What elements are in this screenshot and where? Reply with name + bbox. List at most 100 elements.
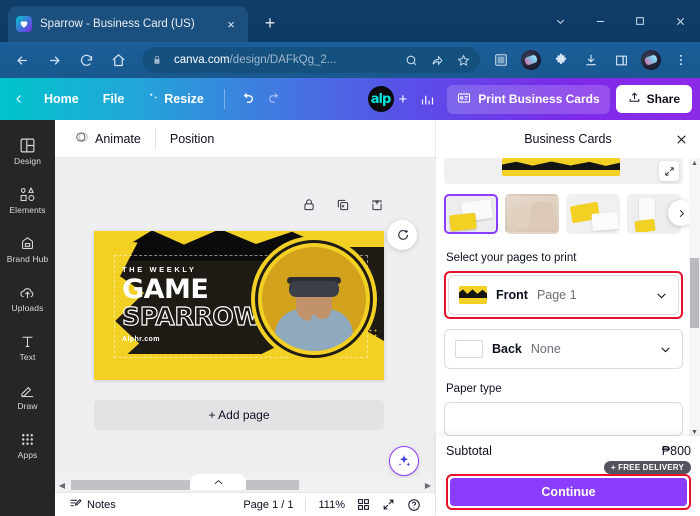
- mockup-thumbnail-1[interactable]: [505, 194, 559, 234]
- chevron-down-icon[interactable]: [540, 0, 580, 42]
- forward-icon[interactable]: [40, 46, 68, 74]
- scroll-left-icon[interactable]: ◀: [55, 478, 69, 492]
- back-page-selector[interactable]: Back None: [444, 329, 683, 369]
- browser-tab-title: Sparrow - Business Card (US): [40, 18, 195, 30]
- back-page-thumbnail: [455, 340, 483, 358]
- fullscreen-icon[interactable]: [376, 496, 401, 513]
- sidebar-item-elements[interactable]: Elements: [0, 176, 55, 225]
- sidebar-item-uploads[interactable]: Uploads: [0, 274, 55, 323]
- add-page-button[interactable]: + Add page: [94, 400, 384, 430]
- sidebar-item-apps[interactable]: Apps: [0, 421, 55, 470]
- sidebar-item-draw[interactable]: Draw: [0, 372, 55, 421]
- sidebar-label-brand-hub: Brand Hub: [6, 254, 49, 265]
- notes-button[interactable]: Notes: [63, 495, 122, 515]
- add-collaborator-button[interactable]: +: [399, 91, 408, 108]
- chevron-down-icon[interactable]: [659, 343, 672, 356]
- back-chevron-icon[interactable]: [6, 84, 32, 114]
- design-title-line1: GAME: [122, 274, 209, 305]
- redo-icon[interactable]: [261, 85, 289, 113]
- notes-label: Notes: [87, 498, 116, 511]
- page-indicator[interactable]: Page 1 / 1: [237, 497, 299, 513]
- panel-scroll-content: Select your pages to print Front Page 1 …: [436, 158, 691, 438]
- vscroll-thumb[interactable]: [690, 258, 699, 328]
- extensions-icon[interactable]: [548, 47, 574, 73]
- account-avatar[interactable]: [638, 47, 664, 73]
- browser-tabstrip: Sparrow - Business Card (US) × +: [0, 0, 700, 42]
- comment-button[interactable]: [387, 220, 417, 250]
- sidebar-label-design: Design: [13, 156, 42, 167]
- maximize-icon[interactable]: [620, 0, 660, 42]
- design-canvas-page[interactable]: THE WEEKLY GAME SPARROW Alphr.com: [94, 231, 384, 380]
- panel-header: Business Cards: [436, 120, 700, 158]
- magic-studio-icon[interactable]: [389, 446, 419, 476]
- window-controls: [540, 0, 700, 42]
- reading-list-icon[interactable]: [488, 47, 514, 73]
- file-menu-button[interactable]: File: [91, 86, 137, 112]
- downloads-icon[interactable]: [578, 47, 604, 73]
- front-page-side-label: Front: [496, 288, 528, 302]
- design-title-line2: SPARROW: [121, 302, 261, 331]
- sidebar-item-text[interactable]: Text: [0, 323, 55, 372]
- chevron-right-icon[interactable]: [668, 200, 691, 226]
- address-bar-url: canva.com/design/DAFkQg_2...: [174, 54, 336, 66]
- front-page-selector[interactable]: Front Page 1: [448, 275, 679, 315]
- design-person-photo: [275, 267, 353, 351]
- sidebar-item-design[interactable]: Design: [0, 127, 55, 176]
- help-icon[interactable]: [401, 496, 427, 514]
- zoom-level[interactable]: 111%: [312, 497, 351, 513]
- editor-status-bar: Notes Page 1 / 1 111%: [55, 492, 435, 516]
- lock-icon[interactable]: [300, 196, 318, 214]
- panel-vertical-scrollbar[interactable]: ▲ ▼: [689, 158, 700, 438]
- lock-icon: [152, 54, 166, 66]
- chevron-down-icon[interactable]: [655, 289, 668, 302]
- canvas-area[interactable]: THE WEEKLY GAME SPARROW Alphr.com + Add …: [55, 158, 435, 516]
- paper-type-selector[interactable]: [444, 402, 683, 436]
- brand-logo[interactable]: alp: [367, 86, 394, 112]
- share-icon[interactable]: [424, 47, 450, 73]
- collapse-panel-button[interactable]: [190, 474, 246, 490]
- grid-view-icon[interactable]: [351, 496, 376, 513]
- position-button[interactable]: Position: [160, 126, 224, 152]
- canva-toolbar-right: alp + Print Business Cards Share: [367, 84, 700, 114]
- hscroll-thumb[interactable]: [71, 480, 299, 490]
- scroll-right-icon[interactable]: ▶: [421, 478, 435, 492]
- window-close-icon[interactable]: [660, 0, 700, 42]
- sidebar-item-brand-hub[interactable]: Brand Hub: [0, 225, 55, 274]
- expand-icon[interactable]: [659, 161, 679, 181]
- mockup-thumbnail-2[interactable]: [566, 194, 620, 234]
- sidebar-label-draw: Draw: [17, 401, 38, 412]
- scroll-up-icon[interactable]: ▲: [689, 158, 700, 169]
- editor-sub-toolbar: Animate Position: [55, 120, 435, 158]
- print-business-cards-button[interactable]: Print Business Cards: [447, 84, 610, 114]
- continue-button[interactable]: Continue: [450, 478, 687, 506]
- mockup-thumbnail-0[interactable]: [444, 194, 498, 234]
- browser-tab[interactable]: Sparrow - Business Card (US) ×: [8, 6, 248, 42]
- panel-close-icon[interactable]: [672, 130, 690, 148]
- front-page-thumbnail: [459, 286, 487, 304]
- undo-icon[interactable]: [233, 85, 261, 113]
- reload-icon[interactable]: [72, 46, 100, 74]
- left-sidebar: Design Elements Brand Hub Uploads Text D…: [0, 120, 55, 516]
- back-icon[interactable]: [8, 46, 36, 74]
- animate-button[interactable]: Animate: [65, 124, 151, 153]
- new-tab-button[interactable]: +: [258, 11, 282, 35]
- browser-menu-icon[interactable]: [668, 47, 694, 73]
- home-icon[interactable]: [104, 46, 132, 74]
- subtotal-row: Subtotal ₱800: [446, 444, 691, 458]
- share-button[interactable]: Share: [615, 85, 692, 113]
- sidepanel-icon[interactable]: [608, 47, 634, 73]
- profile-pic-icon[interactable]: [518, 47, 544, 73]
- minimize-icon[interactable]: [580, 0, 620, 42]
- bookmark-star-icon[interactable]: [450, 47, 476, 73]
- duplicate-icon[interactable]: [334, 196, 352, 214]
- home-button[interactable]: Home: [32, 86, 91, 112]
- preview-card-image: [502, 158, 620, 176]
- address-bar[interactable]: canva.com/design/DAFkQg_2...: [142, 47, 480, 73]
- resize-button[interactable]: Resize: [136, 86, 216, 112]
- add-icon[interactable]: [368, 196, 386, 214]
- close-icon[interactable]: ×: [222, 15, 240, 33]
- mockup-preview[interactable]: [444, 158, 683, 184]
- insights-icon[interactable]: [413, 86, 441, 112]
- zoom-icon[interactable]: [398, 47, 424, 73]
- animate-icon: [75, 130, 89, 147]
